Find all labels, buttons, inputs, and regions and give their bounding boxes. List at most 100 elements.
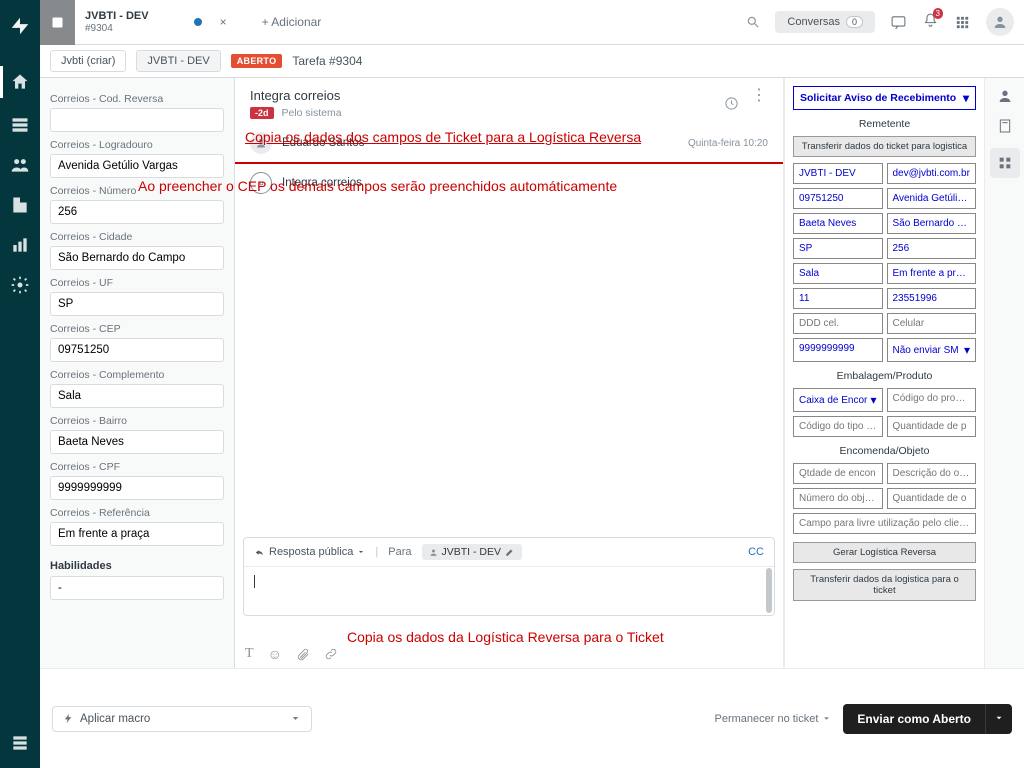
bairro-input[interactable] (50, 430, 224, 454)
stay-on-ticket-dropdown[interactable]: Permanecer no ticket (714, 713, 831, 725)
cpf-input[interactable] (50, 476, 224, 500)
remetente-cpf[interactable]: 9999999999 (793, 338, 883, 362)
attachment-icon[interactable] (296, 647, 310, 661)
chevron-down-icon (290, 713, 301, 724)
ticket-fields-sidebar: Correios - Cod. Reversa Correios - Logra… (40, 78, 235, 668)
scrollbar-thumb[interactable] (766, 568, 772, 613)
nav-rail (0, 0, 40, 768)
submit-dropdown[interactable] (985, 704, 1012, 734)
remetente-ddd[interactable]: 11 (793, 288, 883, 309)
apps-icon[interactable] (990, 148, 1020, 178)
chevron-down-icon: ▾ (963, 91, 969, 105)
age-badge: -2d (250, 107, 274, 119)
cod-reversa-input[interactable] (50, 108, 224, 132)
numero-objeto-input[interactable]: Número do objeto/ (793, 488, 883, 509)
recipient-pill[interactable]: JVBTI - DEV (422, 544, 523, 560)
section-remetente: Remetente (793, 118, 976, 130)
embalagem-tipo-select[interactable]: Caixa de Encor▾ (793, 388, 883, 412)
remetente-referencia[interactable]: Em frente a praça (887, 263, 977, 284)
close-tab-button[interactable]: × (220, 15, 227, 29)
ticket-footer: Aplicar macro Permanecer no ticket Envia… (40, 668, 1024, 768)
submit-button[interactable]: Enviar como Aberto (843, 704, 985, 734)
annotation-text: Copia os dados da Logística Reversa para… (347, 629, 664, 645)
more-icon[interactable]: ⋮ (751, 96, 768, 111)
text-format-button[interactable]: T (245, 646, 254, 662)
cc-button[interactable]: CC (748, 546, 764, 558)
conversations-count: 0 (846, 16, 863, 28)
cidade-input[interactable] (50, 246, 224, 270)
emoji-button[interactable]: ☺ (268, 646, 282, 662)
notifications-button[interactable]: 3 (922, 12, 939, 32)
reply-composer: Resposta pública | Para JVBTI - DEV CC (243, 537, 775, 616)
settings-icon[interactable] (10, 275, 30, 295)
user-context-icon[interactable] (997, 88, 1013, 104)
remetente-numero[interactable]: 256 (887, 238, 977, 259)
logistics-app-panel: Solicitar Aviso de Recebimento▾ Remetent… (784, 78, 984, 668)
campo-livre-input[interactable]: Campo para livre utilização pelo cliente (793, 513, 976, 534)
codigo-produto-input[interactable]: Código do produto (887, 388, 977, 412)
profile-avatar[interactable] (986, 8, 1014, 36)
org-icon[interactable] (10, 195, 30, 215)
habilidades-input[interactable] (50, 576, 224, 600)
tab-active[interactable]: JVBTI - DEV #9304 (85, 10, 149, 33)
tab-subtitle: #9304 (85, 23, 149, 34)
chevron-down-icon (822, 714, 831, 723)
numero-input[interactable] (50, 200, 224, 224)
breadcrumb-org[interactable]: JVBTI - DEV (136, 50, 220, 72)
aviso-select[interactable]: Solicitar Aviso de Recebimento▾ (793, 86, 976, 110)
field-label: Correios - Cidade (50, 231, 224, 243)
quantidade-objeto-input[interactable]: Quantidade de o (887, 488, 977, 509)
composer-textarea[interactable] (244, 567, 774, 615)
habilidades-section: Habilidades (50, 560, 224, 572)
add-tab-button[interactable]: + Adicionar (262, 15, 322, 29)
edit-icon[interactable] (505, 547, 515, 557)
users-icon[interactable] (10, 155, 30, 175)
field-label: Correios - Cod. Reversa (50, 93, 224, 105)
remetente-cidade[interactable]: São Bernardo do C (887, 213, 977, 234)
gerar-logistica-button[interactable]: Gerar Logística Reversa (793, 542, 976, 563)
zendesk-product-icon[interactable] (10, 733, 30, 753)
qtd-encomenda-input[interactable]: Qtdade de encon (793, 463, 883, 484)
knowledge-icon[interactable] (997, 118, 1013, 134)
breadcrumb-task: Tarefa #9304 (292, 54, 362, 68)
macro-dropdown[interactable]: Aplicar macro (52, 706, 312, 732)
unsaved-dot-icon (194, 18, 202, 26)
uf-input[interactable] (50, 292, 224, 316)
codigo-tipo-input[interactable]: Código do tipo de p (793, 416, 883, 437)
cep-input[interactable] (50, 338, 224, 362)
remetente-sms-select[interactable]: Não enviar SM▾ (887, 338, 977, 362)
reports-icon[interactable] (10, 235, 30, 255)
remetente-celular[interactable]: Celular (887, 313, 977, 334)
reply-type-dropdown[interactable]: Resposta pública (254, 546, 365, 558)
remetente-email[interactable]: dev@jvbti.com.br (887, 163, 977, 184)
complemento-input[interactable] (50, 384, 224, 408)
apps-rail (984, 78, 1024, 668)
quantidade-produto-input[interactable]: Quantidade de p (887, 416, 977, 437)
link-icon[interactable] (324, 647, 338, 661)
remetente-ddd-cel[interactable]: DDD cel. (793, 313, 883, 334)
remetente-nome[interactable]: JVBTI - DEV (793, 163, 883, 184)
search-icon[interactable] (746, 15, 760, 29)
conversation-panel: Integra correios -2d Pelo sistema ⋮ Edua… (235, 78, 784, 668)
transfer-logistics-to-ticket-button[interactable]: Transferir dados da logistica para o tic… (793, 569, 976, 601)
transfer-ticket-to-logistics-button[interactable]: Transferir dados do ticket para logistic… (793, 136, 976, 157)
referencia-input[interactable] (50, 522, 224, 546)
conversations-button[interactable]: Conversas 0 (775, 11, 875, 33)
clock-icon[interactable] (724, 96, 739, 111)
chat-icon[interactable] (890, 14, 907, 31)
breadcrumb-requester[interactable]: Jvbti (criar) (50, 50, 126, 72)
remetente-uf[interactable]: SP (793, 238, 883, 259)
views-icon[interactable] (10, 115, 30, 135)
lightning-icon (63, 713, 74, 724)
remetente-bairro[interactable]: Baeta Neves (793, 213, 883, 234)
remetente-complemento[interactable]: Sala (793, 263, 883, 284)
nav-home[interactable] (10, 72, 30, 95)
home-icon (10, 72, 30, 92)
apps-grid-icon[interactable] (954, 14, 971, 31)
descricao-objeto-input[interactable]: Descrição do objet (887, 463, 977, 484)
timestamp: Quinta-feira 10:20 (688, 138, 768, 149)
remetente-telefone[interactable]: 23551996 (887, 288, 977, 309)
remetente-cep[interactable]: 09751250 (793, 188, 883, 209)
remetente-logradouro[interactable]: Avenida Getúlio Va (887, 188, 977, 209)
logradouro-input[interactable] (50, 154, 224, 178)
